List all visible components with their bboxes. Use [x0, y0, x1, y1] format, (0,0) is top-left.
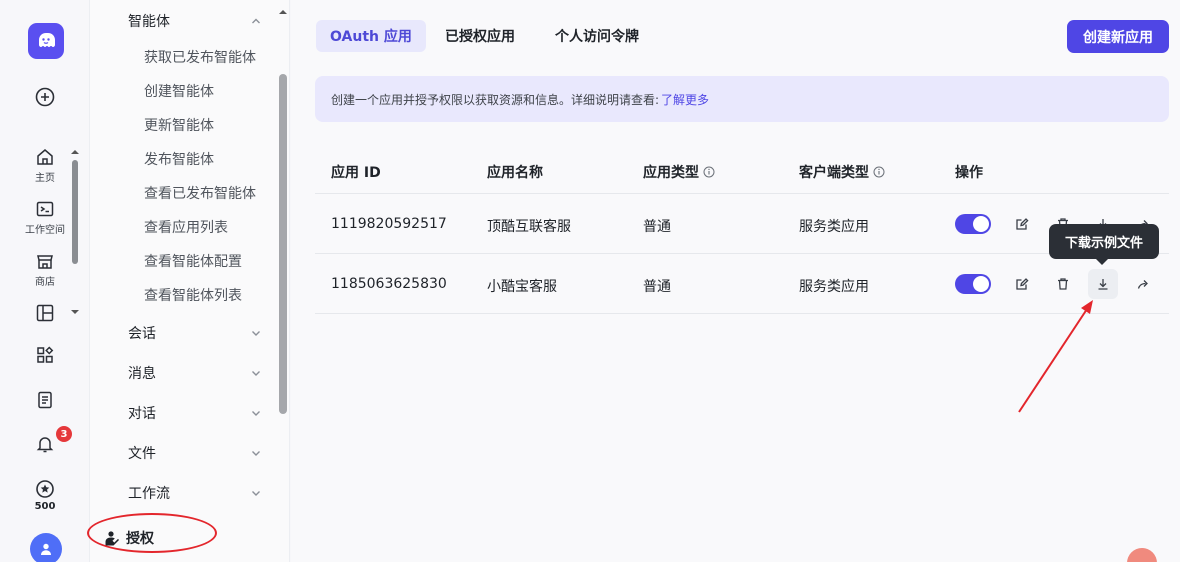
- table-divider: [315, 253, 1169, 254]
- floating-assistant-button[interactable]: [1127, 548, 1157, 562]
- create-app-button[interactable]: 创建新应用: [1067, 20, 1169, 53]
- points-value: 500: [34, 501, 56, 512]
- row2-enable-toggle[interactable]: [955, 274, 991, 294]
- column-app-id: 应用 ID: [331, 162, 381, 182]
- add-button[interactable]: [0, 86, 90, 108]
- edit-icon: [1016, 218, 1029, 230]
- star-coin-icon: [36, 480, 54, 498]
- user-icon: [41, 543, 51, 555]
- chevron-down-icon[interactable]: [250, 367, 262, 379]
- nav-notifications[interactable]: [0, 434, 90, 454]
- edit-icon: [1016, 278, 1029, 290]
- menu-section-workflow[interactable]: 工作流: [128, 483, 170, 503]
- menu-item-agent-config[interactable]: 查看智能体配置: [144, 251, 260, 271]
- download-icon: [1098, 279, 1108, 290]
- info-banner: 创建一个应用并授予权限以获取资源和信息。详细说明请查看: 了解更多: [315, 76, 1169, 122]
- menu-section-conversation[interactable]: 会话: [128, 323, 156, 343]
- info-text: 创建一个应用并授予权限以获取资源和信息。详细说明请查看:: [331, 92, 660, 107]
- chevron-down-icon[interactable]: [250, 487, 262, 499]
- app-logo[interactable]: [28, 23, 64, 59]
- home-label: 主页: [35, 173, 55, 184]
- menu-scroll-thumb[interactable]: [279, 74, 287, 414]
- bell-icon: [36, 437, 54, 453]
- row2-app-name: 小酷宝客服: [487, 279, 557, 295]
- chevron-down-icon[interactable]: [250, 407, 262, 419]
- row2-client-type: 服务类应用: [799, 279, 869, 295]
- menu-item-publish-agent[interactable]: 发布智能体: [144, 149, 260, 169]
- user-avatar[interactable]: [30, 533, 62, 562]
- menu-item-agent-list[interactable]: 查看智能体列表: [144, 285, 260, 305]
- menu-item-get-published[interactable]: 获取已发布智能体: [144, 47, 260, 67]
- column-client-type-label: 客户端类型: [799, 165, 869, 181]
- tab-oauth-apps[interactable]: OAuth 应用: [316, 20, 426, 52]
- notification-badge: 3: [56, 426, 72, 442]
- annotation-highlight-oval: [87, 513, 217, 553]
- menu-section-message[interactable]: 消息: [128, 363, 156, 383]
- main-content: OAuth 应用 已授权应用 个人访问令牌 创建新应用 创建一个应用并授予权限以…: [291, 0, 1180, 562]
- home-icon: [37, 149, 53, 165]
- learn-more-link[interactable]: 了解更多: [661, 91, 709, 108]
- row1-edit-button[interactable]: [1011, 213, 1033, 235]
- scroll-up-icon: [279, 10, 287, 14]
- chevron-down-icon[interactable]: [250, 327, 262, 339]
- nav-docs[interactable]: [0, 390, 90, 410]
- rail-scrollbar[interactable]: [71, 148, 79, 318]
- column-app-type: 应用类型: [643, 162, 715, 182]
- row1-client-type: 服务类应用: [799, 219, 869, 235]
- column-app-id-label: 应用 ID: [331, 165, 381, 181]
- column-app-name: 应用名称: [487, 162, 543, 182]
- info-icon[interactable]: [873, 166, 885, 178]
- points-button[interactable]: 500: [0, 479, 90, 512]
- download-tooltip: 下载示例文件: [1049, 224, 1159, 265]
- annotation-arrow: [1018, 300, 1093, 413]
- column-app-name-label: 应用名称: [487, 165, 543, 181]
- tab-authorized-apps[interactable]: 已授权应用: [431, 20, 529, 52]
- plus-circle-icon: [35, 87, 55, 107]
- column-client-type: 客户端类型: [799, 162, 885, 182]
- row2-app-type: 普通: [643, 279, 671, 295]
- column-actions-label: 操作: [955, 165, 983, 181]
- document-icon: [38, 391, 52, 409]
- trash-icon: [1058, 278, 1068, 290]
- scroll-down-icon: [71, 310, 79, 314]
- row1-enable-toggle[interactable]: [955, 214, 991, 234]
- row1-app-type: 普通: [643, 219, 671, 235]
- app-root: 主页 工作空间 商店 3 500 智能体 获取已发布智能体 创建智能体 更新智能…: [0, 0, 1180, 562]
- menu-item-update-agent[interactable]: 更新智能体: [144, 115, 260, 135]
- store-label: 商店: [35, 277, 55, 288]
- chevron-down-icon[interactable]: [250, 447, 262, 459]
- table-divider: [315, 193, 1169, 194]
- icon-rail: 主页 工作空间 商店 3 500: [0, 0, 90, 562]
- layout-icon: [36, 304, 54, 322]
- nav-apps[interactable]: [0, 345, 90, 365]
- workspace-label: 工作空间: [25, 225, 65, 236]
- menu-scrollbar[interactable]: [278, 4, 288, 424]
- menu-item-create-agent[interactable]: 创建智能体: [144, 81, 260, 101]
- column-actions: 操作: [955, 162, 983, 182]
- share-icon: [1137, 280, 1148, 289]
- terminal-icon: [36, 201, 54, 217]
- row1-app-name: 顶酷互联客服: [487, 219, 571, 235]
- store-icon: [37, 255, 53, 269]
- rail-scroll-thumb[interactable]: [72, 160, 78, 264]
- scroll-up-icon: [71, 150, 79, 154]
- apps-grid-icon: [37, 346, 54, 363]
- menu-item-list-published[interactable]: 查看已发布智能体: [144, 183, 260, 203]
- logo-icon: [39, 33, 55, 47]
- tab-personal-access-tokens[interactable]: 个人访问令牌: [541, 20, 653, 52]
- column-app-type-label: 应用类型: [643, 165, 699, 181]
- row1-app-id: 1119820592517: [331, 216, 447, 232]
- menu-section-agent[interactable]: 智能体: [128, 11, 170, 31]
- chevron-up-icon[interactable]: [250, 15, 262, 27]
- menu-section-file[interactable]: 文件: [128, 443, 156, 463]
- row2-app-id: 1185063625830: [331, 276, 447, 292]
- menu-item-app-list[interactable]: 查看应用列表: [144, 217, 260, 237]
- api-menu: 智能体 获取已发布智能体 创建智能体 更新智能体 发布智能体 查看已发布智能体 …: [90, 0, 290, 562]
- menu-section-chat[interactable]: 对话: [128, 403, 156, 423]
- row2-share-button[interactable]: [1132, 273, 1154, 295]
- info-icon[interactable]: [703, 166, 715, 178]
